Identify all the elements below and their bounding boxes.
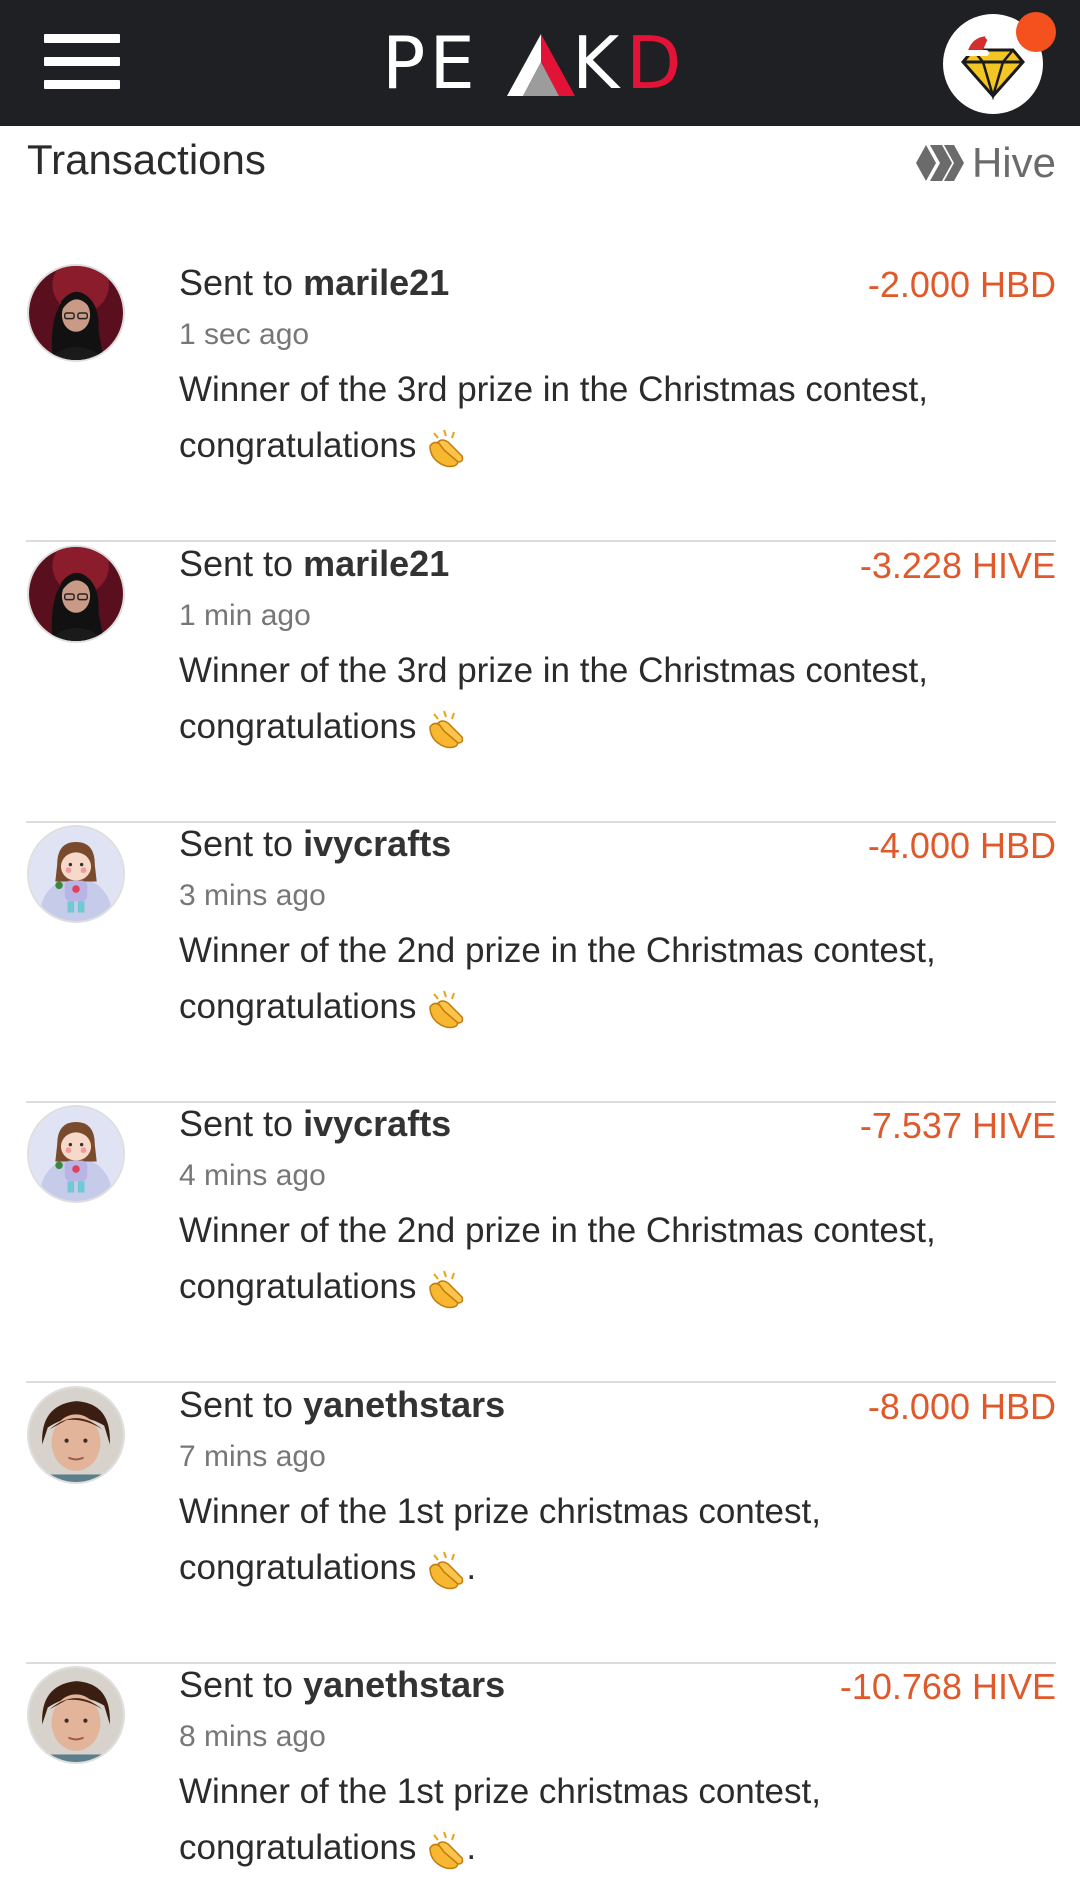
- memo-text: congratulations: [179, 1828, 417, 1867]
- recipient-username-link[interactable]: ivycrafts: [303, 1103, 451, 1144]
- transaction-memo: Winner of the 2nd prize in the Christmas…: [179, 1203, 999, 1315]
- memo-line: Winner of the 1st prize christmas contes…: [179, 1772, 821, 1811]
- woman-portrait-avatar[interactable]: [27, 1666, 125, 1764]
- hive-currency-filter[interactable]: Hive: [915, 138, 1056, 188]
- memo-line: Winner of the 2nd prize in the Christmas…: [179, 1211, 936, 1250]
- transaction-amount: -3.228 HIVE: [859, 545, 1056, 586]
- memo-suffix: .: [466, 1828, 477, 1867]
- page-title: Transactions: [27, 136, 266, 183]
- cartoon-girl-avatar[interactable]: [27, 825, 125, 923]
- row-divider: [26, 540, 1056, 542]
- memo-line: Winner of the 2nd prize in the Christmas…: [179, 931, 936, 970]
- sent-to-label: Sent to: [179, 1664, 294, 1705]
- clapping-hands-icon: [429, 1270, 464, 1308]
- top-bar: PE K D: [0, 0, 1080, 126]
- transaction-memo: Winner of the 2nd prize in the Christmas…: [179, 923, 999, 1035]
- sent-to-label: Sent to: [179, 262, 294, 303]
- transaction-amount: -8.000 HBD: [867, 1386, 1056, 1427]
- transaction-time: 8 mins ago: [179, 1720, 326, 1753]
- memo-line: congratulations .: [179, 1820, 999, 1876]
- transaction-recipient-line: Sent to ivycrafts: [179, 1103, 451, 1145]
- memo-line: congratulations: [179, 1259, 999, 1315]
- transaction-recipient-line: Sent to marile21: [179, 262, 449, 304]
- transaction-recipient-line: Sent to yanethstars: [179, 1384, 505, 1426]
- memo-line: Winner of the 3rd prize in the Christmas…: [179, 370, 928, 409]
- clapping-hands-icon: [429, 429, 464, 467]
- transaction-amount: -7.537 HIVE: [859, 1105, 1056, 1146]
- logo-a-triangle-icon: [507, 34, 575, 96]
- transaction-row[interactable]: Sent to marile21 -3.228 HIVE 1 min ago Winn…: [0, 543, 1080, 823]
- transaction-recipient-line: Sent to ivycrafts: [179, 823, 451, 865]
- clapping-hands-icon: [429, 710, 464, 748]
- transaction-recipient-line: Sent to yanethstars: [179, 1664, 505, 1706]
- recipient-username-link[interactable]: marile21: [303, 262, 449, 303]
- hamburger-menu-icon[interactable]: [44, 34, 120, 90]
- transaction-recipient-line: Sent to marile21: [179, 543, 449, 585]
- memo-text: congratulations: [179, 1548, 417, 1587]
- transaction-row[interactable]: Sent to yanethstars -8.000 HBD 7 mins ago W…: [0, 1384, 1080, 1664]
- sent-to-label: Sent to: [179, 823, 294, 864]
- memo-line: congratulations .: [179, 1540, 999, 1596]
- transaction-row[interactable]: Sent to ivycrafts -7.537 HIVE 4 mins ago Wi…: [0, 1103, 1080, 1383]
- clapping-hands-icon: [429, 1831, 464, 1869]
- recipient-username-link[interactable]: marile21: [303, 543, 449, 584]
- transaction-time: 4 mins ago: [179, 1159, 326, 1192]
- transaction-amount: -4.000 HBD: [867, 825, 1056, 866]
- recipient-username-link[interactable]: ivycrafts: [303, 823, 451, 864]
- transaction-memo: Winner of the 1st prize christmas contes…: [179, 1484, 999, 1596]
- woman-portrait-avatar[interactable]: [27, 1386, 125, 1484]
- transaction-time: 3 mins ago: [179, 879, 326, 912]
- transaction-row[interactable]: Sent to ivycrafts -4.000 HBD 3 mins ago Win…: [0, 823, 1080, 1103]
- dark-hair-woman-avatar[interactable]: [27, 264, 125, 362]
- hive-filter-label: Hive: [971, 139, 1056, 186]
- peakd-logo[interactable]: PE K D: [382, 26, 682, 100]
- transaction-time: 1 min ago: [179, 599, 311, 632]
- memo-line: congratulations: [179, 979, 999, 1035]
- sent-to-label: Sent to: [179, 1384, 294, 1425]
- row-divider: [26, 1381, 1056, 1383]
- transaction-memo: Winner of the 3rd prize in the Christmas…: [179, 362, 999, 474]
- transaction-row[interactable]: Sent to marile21 -2.000 HBD 1 sec ago Winne…: [0, 262, 1080, 542]
- recipient-username-link[interactable]: yanethstars: [303, 1384, 505, 1425]
- dark-hair-woman-avatar[interactable]: [27, 545, 125, 643]
- sent-to-label: Sent to: [179, 1103, 294, 1144]
- memo-text: congratulations: [179, 426, 417, 465]
- cartoon-girl-avatar[interactable]: [27, 1105, 125, 1203]
- recipient-username-link[interactable]: yanethstars: [303, 1664, 505, 1705]
- transaction-time: 1 sec ago: [179, 318, 310, 351]
- transaction-amount: -2.000 HBD: [867, 264, 1056, 305]
- transaction-memo: Winner of the 3rd prize in the Christmas…: [179, 643, 999, 755]
- memo-line: Winner of the 3rd prize in the Christmas…: [179, 651, 928, 690]
- hive-logo-icon: [915, 145, 964, 181]
- clapping-hands-icon: [429, 1551, 464, 1589]
- memo-line: Winner of the 1st prize christmas contes…: [179, 1492, 821, 1531]
- transactions-header: Transactions Hive: [0, 126, 1080, 200]
- transaction-time: 7 mins ago: [179, 1440, 326, 1473]
- transaction-memo: Winner of the 1st prize christmas contes…: [179, 1764, 999, 1876]
- memo-line: congratulations: [179, 699, 999, 755]
- transaction-row[interactable]: Sent to yanethstars -10.768 HIVE 8 mins ag…: [0, 1664, 1080, 1885]
- transaction-amount: -10.768 HIVE: [839, 1666, 1056, 1707]
- memo-text: congratulations: [179, 707, 417, 746]
- memo-line: congratulations: [179, 418, 999, 474]
- sent-to-label: Sent to: [179, 543, 294, 584]
- memo-text: congratulations: [179, 987, 417, 1026]
- notification-dot[interactable]: [1016, 12, 1056, 52]
- memo-text: congratulations: [179, 1267, 417, 1306]
- memo-suffix: .: [466, 1548, 477, 1587]
- clapping-hands-icon: [429, 990, 464, 1028]
